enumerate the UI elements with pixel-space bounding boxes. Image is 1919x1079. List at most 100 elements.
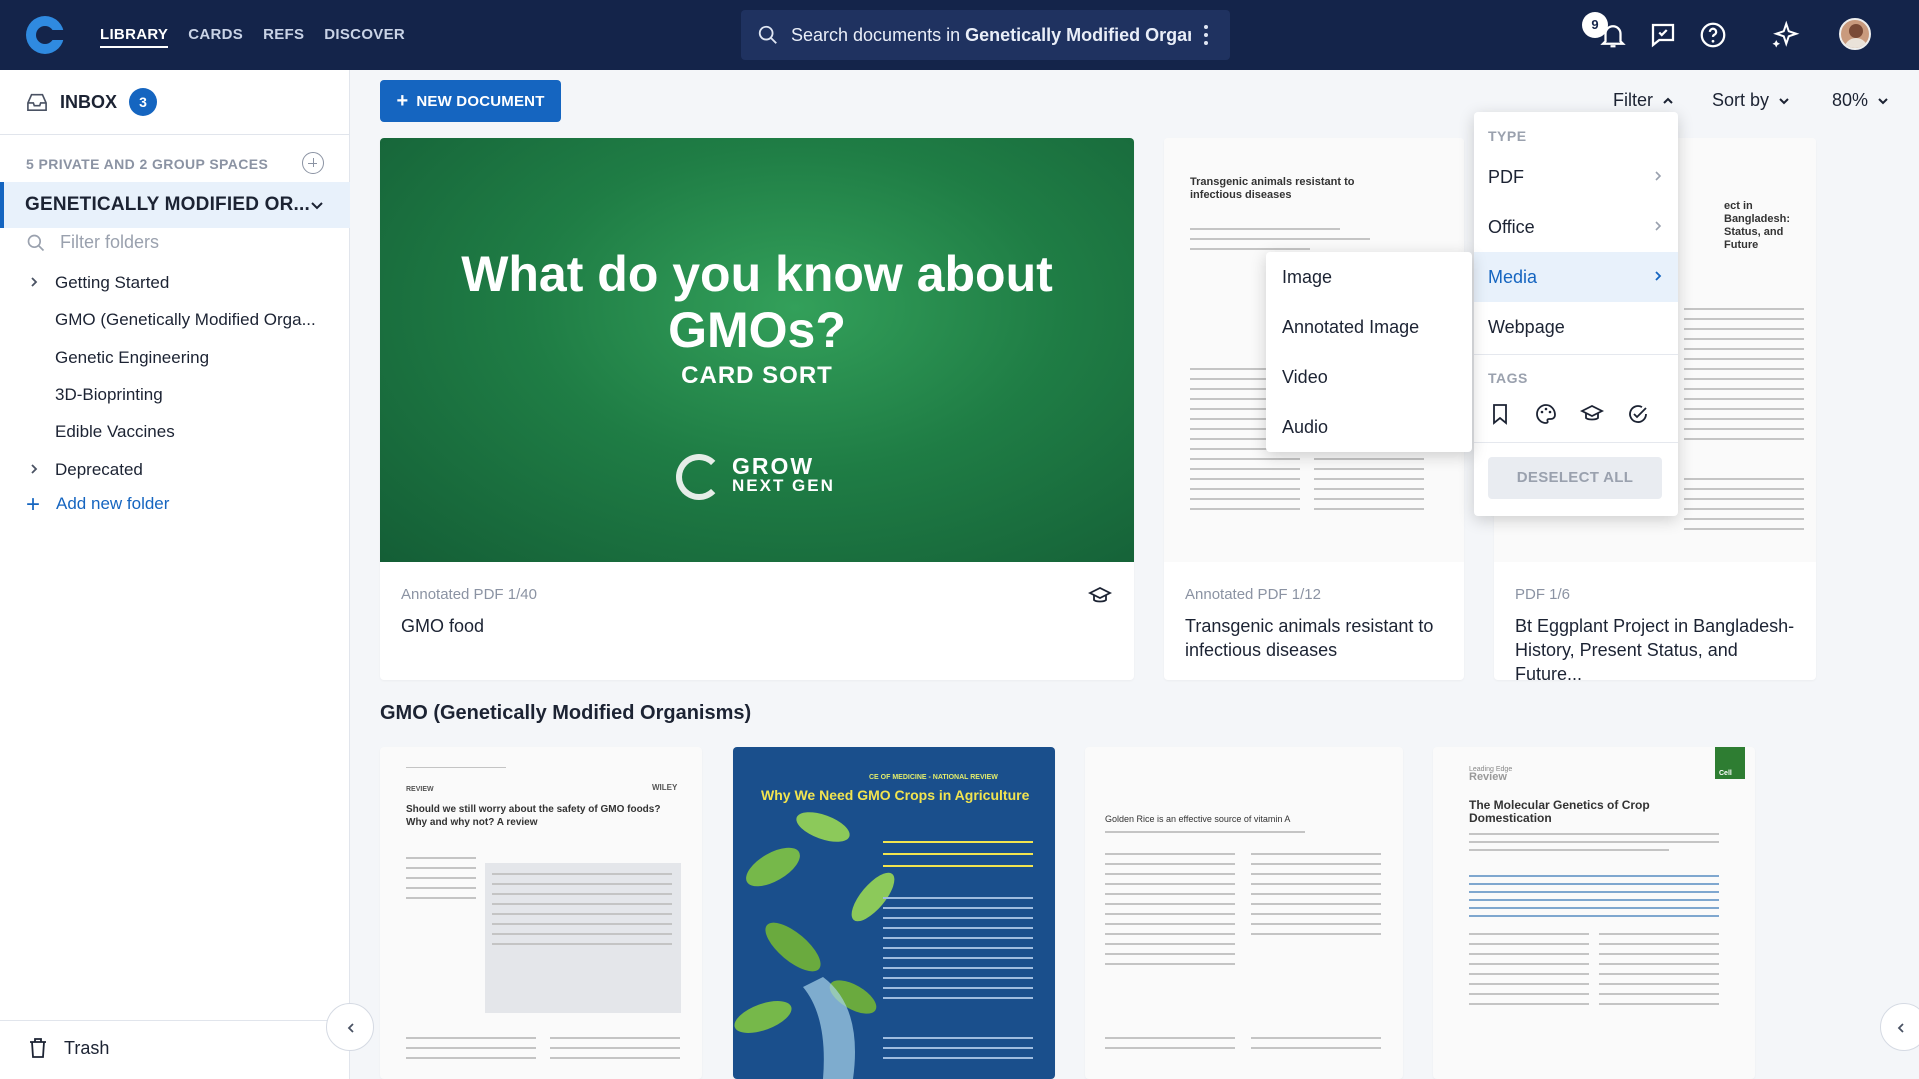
feedback-icon[interactable] — [1648, 20, 1678, 50]
folder-getting-started[interactable]: Getting Started — [55, 273, 169, 293]
divider — [0, 134, 350, 135]
graduation-cap-icon[interactable] — [1580, 402, 1604, 426]
deselect-all-button[interactable]: DESELECT ALL — [1488, 457, 1662, 499]
thumbnail-brand: GROW NEXT GEN — [732, 453, 835, 496]
document-card-gmo-safety[interactable]: REVIEW WILEY Should we still worry about… — [380, 747, 702, 1079]
top-bar: LIBRARY CARDS REFS DISCOVER Search docum… — [0, 0, 1919, 70]
document-meta: Annotated PDF 1/40 — [401, 586, 537, 603]
check-circle-icon[interactable] — [1626, 402, 1650, 426]
media-submenu: Image Annotated Image Video Audio — [1266, 252, 1472, 452]
plus-icon: + — [26, 490, 41, 518]
thumbnail-heading: What do you know about GMOs? — [461, 246, 1053, 358]
folder-section-title: GMO (Genetically Modified Organisms) — [380, 702, 752, 724]
filter-folders-placeholder: Filter folders — [60, 232, 160, 252]
search-placeholder: Search documents in Genetically Modified… — [791, 24, 1191, 45]
filter-button[interactable]: Filter — [1613, 90, 1675, 111]
chevron-right-icon — [1655, 221, 1662, 231]
chevron-right-icon[interactable] — [28, 276, 40, 288]
notification-count-badge: 9 — [1582, 12, 1608, 38]
thumbnail-title: Transgenic animals resistant to infectio… — [1190, 176, 1355, 201]
search-options-icon[interactable] — [1204, 24, 1208, 46]
chevron-down-icon — [1878, 97, 1888, 104]
filter-type-pdf[interactable]: PDF — [1474, 152, 1678, 202]
thumbnail-publisher: WILEY — [652, 783, 678, 792]
document-meta: Annotated PDF 1/12 — [1185, 586, 1321, 603]
document-card-why-gmo-crops[interactable]: CE OF MEDICINE - NATIONAL REVIEW Why We … — [733, 747, 1055, 1079]
filter-type-media[interactable]: Media — [1474, 252, 1678, 302]
expand-right-panel-button[interactable] — [1880, 1003, 1919, 1051]
search-icon — [758, 25, 777, 44]
bookmark-icon[interactable] — [1488, 402, 1512, 426]
tag-filter-row — [1488, 402, 1650, 426]
add-folder-label: Add new folder — [56, 494, 170, 513]
chevron-right-icon — [1655, 271, 1662, 281]
nav-refs[interactable]: REFS — [263, 0, 304, 70]
trash-icon — [30, 1038, 46, 1058]
app-logo-icon[interactable] — [26, 16, 65, 54]
chevron-right-icon — [1655, 171, 1662, 181]
thumbnail-title: The Molecular Genetics of Crop Domestica… — [1469, 798, 1650, 825]
media-option-audio[interactable]: Audio — [1266, 402, 1472, 452]
nav-discover[interactable]: DISCOVER — [324, 0, 405, 70]
user-avatar[interactable] — [1839, 18, 1871, 50]
document-title: GMO food — [401, 616, 485, 636]
nav-cards[interactable]: CARDS — [188, 0, 243, 70]
inbox-label: INBOX — [60, 91, 118, 112]
media-option-image[interactable]: Image — [1266, 252, 1472, 302]
help-icon[interactable] — [1698, 20, 1728, 50]
graduation-cap-icon — [1088, 586, 1112, 603]
sort-by-button[interactable]: Sort by — [1712, 90, 1791, 111]
chevron-right-icon[interactable] — [28, 463, 40, 475]
thumbnail-kicker: REVIEW — [406, 786, 434, 793]
add-folder-button[interactable]: + Add new folder — [26, 490, 170, 518]
divider — [0, 1020, 350, 1021]
main-nav: LIBRARY CARDS REFS DISCOVER — [100, 0, 405, 70]
thumbnail-section: Review — [1469, 771, 1507, 783]
filter-type-office[interactable]: Office — [1474, 202, 1678, 252]
type-section-label: TYPE — [1488, 128, 1527, 144]
inbox-icon — [27, 93, 47, 111]
folder-edible-vaccines[interactable]: Edible Vaccines — [55, 422, 175, 442]
thumbnail-title: Should we still worry about the safety o… — [406, 804, 661, 828]
palette-icon[interactable] — [1534, 402, 1558, 426]
filter-menu: TYPE PDF Office Media Webpage TAGS DESEL… — [1474, 112, 1678, 516]
divider — [1474, 354, 1678, 355]
document-card-molecular-genetics[interactable]: Leading Edge Review Cell The Molecular G… — [1433, 747, 1755, 1079]
add-space-button[interactable] — [302, 152, 324, 174]
folder-gmo[interactable]: GMO (Genetically Modified Orga... — [55, 310, 316, 330]
chevron-down-icon — [311, 202, 323, 210]
search-input[interactable]: Search documents in Genetically Modified… — [741, 10, 1230, 60]
media-option-annotated-image[interactable]: Annotated Image — [1266, 302, 1472, 352]
filter-folders-input[interactable]: Filter folders — [26, 232, 159, 253]
leaves-illustration — [734, 812, 895, 1079]
plus-icon: + — [396, 89, 409, 112]
chevron-left-icon — [1897, 1023, 1904, 1033]
selected-space[interactable]: GENETICALLY MODIFIED OR... — [0, 182, 350, 228]
ai-sparkle-icon[interactable] — [1770, 20, 1800, 50]
spaces-heading: 5 PRIVATE AND 2 GROUP SPACES — [26, 156, 269, 172]
trash-label: Trash — [64, 1037, 110, 1058]
folder-3d-bioprinting[interactable]: 3D-Bioprinting — [55, 385, 163, 405]
chevron-up-icon — [1663, 97, 1673, 104]
thumbnail-subheading: CARD SORT — [681, 362, 833, 389]
filter-type-webpage[interactable]: Webpage — [1474, 302, 1678, 352]
media-option-video[interactable]: Video — [1266, 352, 1472, 402]
inbox-count-badge: 3 — [129, 88, 158, 116]
document-meta: PDF 1/6 — [1515, 586, 1571, 603]
trash-item[interactable]: Trash — [28, 1037, 109, 1059]
collapse-sidebar-button[interactable] — [326, 1003, 374, 1051]
new-document-button[interactable]: + NEW DOCUMENT — [380, 80, 561, 122]
inbox-item[interactable]: INBOX 3 — [26, 88, 158, 116]
thumbnail-journal: Cell — [1719, 770, 1732, 777]
folder-genetic-engineering[interactable]: Genetic Engineering — [55, 348, 209, 368]
folder-deprecated[interactable]: Deprecated — [55, 460, 143, 480]
grow-logo-icon — [676, 454, 722, 500]
document-card-gmo-food[interactable]: What do you know about GMOs? CARD SORT G… — [380, 138, 1134, 680]
zoom-select[interactable]: 80% — [1832, 90, 1890, 111]
divider — [1474, 442, 1678, 443]
document-card-golden-rice[interactable]: Golden Rice is an effective source of vi… — [1085, 747, 1403, 1079]
thumbnail-title: ect in Bangladesh: Status, and Future — [1724, 200, 1791, 251]
document-title: Bt Eggplant Project in Bangladesh-Histor… — [1515, 616, 1795, 680]
document-title: Transgenic animals resistant to infectio… — [1185, 616, 1434, 660]
nav-library[interactable]: LIBRARY — [100, 0, 169, 70]
